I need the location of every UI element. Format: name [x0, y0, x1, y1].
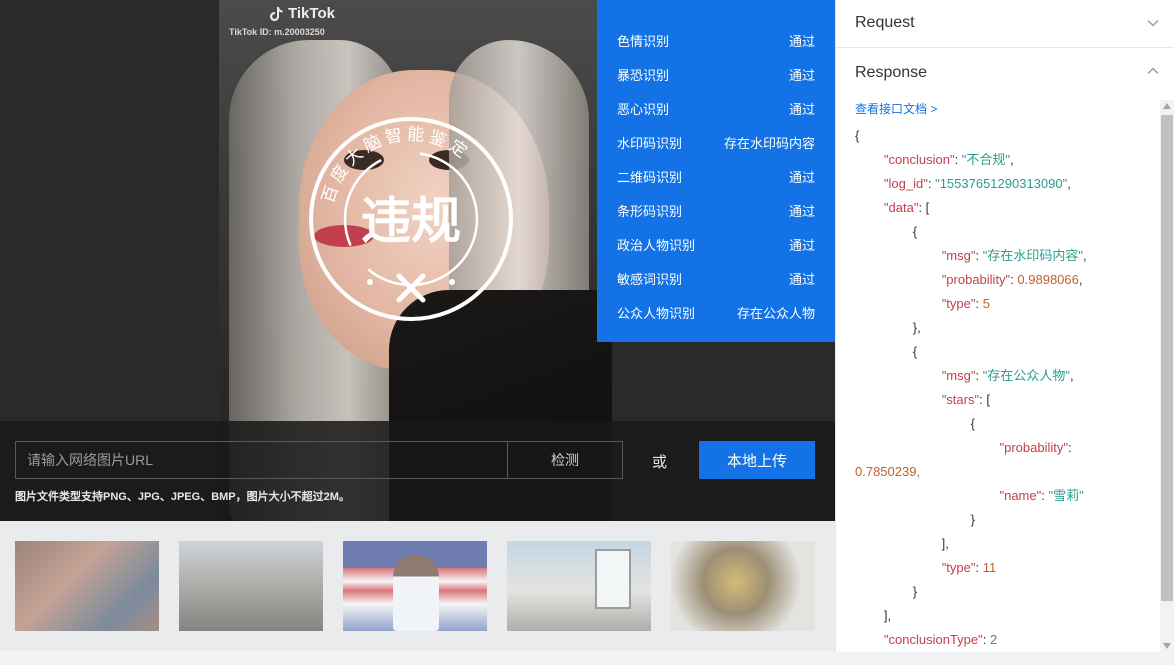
upload-hint: 图片文件类型支持PNG、JPG、JPEG、BMP，图片大小不超过2M。	[15, 491, 350, 503]
result-status: 通过	[788, 203, 815, 219]
image-url-input[interactable]	[15, 441, 508, 479]
result-status: 通过	[788, 169, 815, 185]
stamp-cross-icon	[396, 273, 426, 303]
tiktok-id-text: TikTok ID: m.20003250	[229, 27, 325, 37]
api-doc-link[interactable]: 查看接口文档 >	[855, 100, 937, 117]
json-key: "type"	[941, 560, 976, 575]
result-label: 敏感词识别	[617, 271, 683, 287]
sample-thumbnail[interactable]	[15, 541, 159, 631]
json-number: 0.9898066	[1017, 272, 1079, 287]
result-label: 水印码识别	[617, 135, 683, 151]
sample-thumbnail[interactable]	[671, 541, 815, 631]
json-key: "name"	[999, 488, 1042, 503]
stamp-verdict-text: 违规	[361, 192, 461, 250]
result-status: 通过	[788, 67, 815, 83]
json-string: "存在水印码内容"	[982, 248, 1083, 263]
response-title: Response	[855, 64, 928, 81]
tiktok-brand-text: TikTok	[288, 5, 335, 22]
violation-stamp: 百度大脑智能鉴定 违规	[309, 117, 513, 321]
bottom-spacer	[0, 651, 835, 665]
response-json-viewer: { "conclusion": "不合规", "log_id": "155376…	[836, 124, 1160, 652]
result-status: 存在公众人物	[736, 305, 815, 321]
upload-bar: 检测 或 本地上传 图片文件类型支持PNG、JPG、JPEG、BMP，图片大小不…	[0, 421, 835, 521]
result-row: 条形码识别 通过	[597, 193, 835, 227]
result-status: 通过	[788, 33, 815, 49]
json-key: "conclusionType"	[883, 632, 983, 647]
result-row: 二维码识别 通过	[597, 159, 835, 193]
json-key: "log_id"	[883, 176, 928, 191]
api-side-panel: Request Response 查看接口文档 > { "conclusion"…	[835, 0, 1174, 665]
json-number: 2	[989, 632, 998, 647]
chevron-up-icon	[1147, 67, 1159, 74]
json-string: "存在公众人物"	[982, 368, 1070, 383]
demo-area: TikTok TikTok ID: m.20003250 百度大脑智能鉴定 违规	[0, 0, 835, 665]
json-key: "probability"	[941, 272, 1011, 287]
json-number: 5	[982, 296, 990, 311]
chevron-down-icon	[1147, 20, 1159, 27]
json-number: 0.7850239,	[855, 464, 921, 479]
result-row: 公众人物识别 存在公众人物	[597, 295, 835, 329]
scrollbar-thumb[interactable]	[1161, 115, 1173, 601]
result-label: 色情识别	[617, 33, 670, 49]
json-key: "conclusion"	[883, 152, 955, 167]
result-label: 暴恐识别	[617, 67, 670, 83]
json-key: "probability"	[999, 440, 1068, 455]
sample-thumbnail[interactable]	[507, 541, 651, 631]
json-key: "type"	[941, 296, 976, 311]
result-label: 恶心识别	[617, 101, 670, 117]
scroll-down-arrow-icon[interactable]	[1162, 642, 1172, 650]
result-row: 恶心识别 通过	[597, 91, 835, 125]
result-row: 水印码识别 存在水印码内容	[597, 125, 835, 159]
result-status: 通过	[788, 101, 815, 117]
json-string: "15537651290313090"	[935, 176, 1068, 191]
json-number: 11	[982, 560, 997, 575]
result-row: 政治人物识别 通过	[597, 227, 835, 261]
json-string: "雪莉"	[1048, 488, 1084, 503]
result-label: 条形码识别	[617, 203, 683, 219]
result-row: 敏感词识别 通过	[597, 261, 835, 295]
response-accordion-header[interactable]: Response	[836, 48, 1174, 99]
local-upload-button[interactable]: 本地上传	[699, 441, 815, 479]
result-status: 通过	[788, 271, 815, 287]
result-row: 暴恐识别 通过	[597, 57, 835, 91]
sample-thumbnail[interactable]	[179, 541, 323, 631]
request-title: Request	[855, 14, 915, 31]
app-root: TikTok TikTok ID: m.20003250 百度大脑智能鉴定 违规	[0, 0, 1174, 665]
sample-thumbnail[interactable]	[343, 541, 487, 631]
sample-thumbnails	[0, 521, 835, 651]
result-label: 公众人物识别	[617, 305, 696, 321]
or-label: 或	[652, 454, 668, 471]
json-key: "msg"	[941, 248, 976, 263]
result-row: 色情识别 通过	[597, 23, 835, 57]
detect-button[interactable]: 检测	[507, 441, 623, 479]
result-label: 政治人物识别	[617, 237, 696, 253]
json-key: "stars"	[941, 392, 980, 407]
result-panel: 色情识别 通过 暴恐识别 通过 恶心识别 通过 水印码识别 存在水印码内容 二维…	[597, 0, 835, 342]
request-accordion-header[interactable]: Request	[836, 0, 1174, 48]
json-string: "不合规"	[961, 152, 1011, 167]
result-status: 存在水印码内容	[723, 135, 815, 151]
scroll-up-arrow-icon[interactable]	[1162, 102, 1172, 110]
panel-bottom-spacer	[835, 652, 1174, 665]
tiktok-note-icon	[270, 6, 283, 21]
result-status: 通过	[788, 237, 815, 253]
json-key: "data"	[883, 200, 919, 215]
json-key: "msg"	[941, 368, 976, 383]
tiktok-watermark: TikTok	[268, 5, 335, 22]
result-label: 二维码识别	[617, 169, 683, 185]
response-json-code: { "conclusion": "不合规", "log_id": "155376…	[855, 128, 1087, 647]
